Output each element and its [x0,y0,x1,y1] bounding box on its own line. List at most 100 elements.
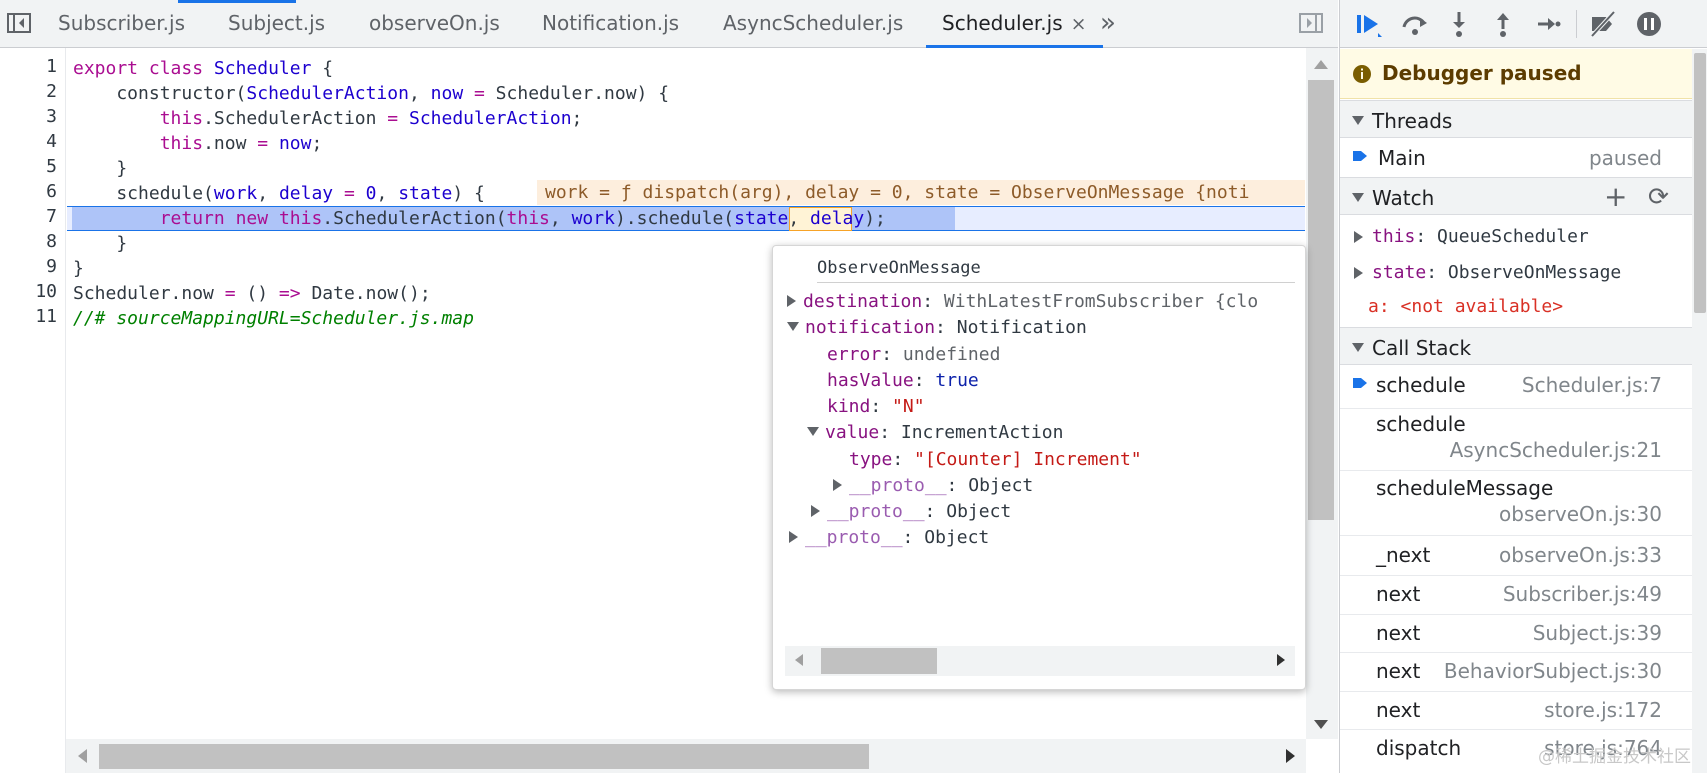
line-number[interactable]: 9 [7,256,57,277]
line-number[interactable]: 11 [7,306,57,327]
tab-subscriber-js[interactable]: Subscriber.js [58,0,185,48]
code-line-9[interactable]: } [73,256,84,281]
tab-scheduler-js[interactable]: Scheduler.js × [926,0,1103,48]
frame-divider [1340,470,1692,471]
line-number[interactable]: 1 [7,56,57,77]
hovered-token[interactable]: state [734,208,788,229]
line-number[interactable]: 2 [7,81,57,102]
tab-label: observeOn.js [369,11,500,35]
scroll-thumb[interactable] [1308,80,1334,520]
resume-icon[interactable] [1354,9,1384,39]
watch-item-this[interactable]: this: QueueScheduler [1340,222,1692,252]
scroll-up-icon[interactable] [1314,60,1328,69]
call-frame[interactable]: next Subscriber.js:49 [1340,582,1692,612]
threads-section-header[interactable]: Threads [1340,100,1692,138]
popover-row-error[interactable]: error: undefined [827,342,1000,367]
object-preview-popover[interactable]: ObserveOnMessage destination: WithLatest… [772,245,1306,690]
scroll-thumb[interactable] [1694,53,1706,313]
popover-row-value[interactable]: value: IncrementAction [807,420,1063,445]
step-over-icon[interactable] [1400,9,1430,39]
callstack-section-header[interactable]: Call Stack [1340,327,1692,365]
threads-title: Threads [1372,109,1453,133]
code-line-1[interactable]: export class Scheduler { [73,56,333,81]
line-number[interactable]: 7 [7,206,57,227]
expand-arrow-icon[interactable] [1354,267,1363,279]
code-line-4[interactable]: this.now = now; [73,131,323,156]
step-icon[interactable] [1532,9,1562,39]
add-watch-icon[interactable]: + [1604,180,1627,213]
scroll-left-icon[interactable] [795,654,803,666]
call-frame[interactable]: next store.js:172 [1340,698,1692,728]
watch-section-header[interactable]: Watch + ⟳ [1340,177,1692,215]
popover-horizontal-scrollbar[interactable] [785,646,1295,676]
inline-values: work = ƒ dispatch(arg), delay = 0, state… [537,180,1305,205]
watch-item-a[interactable]: a: <not available> [1340,292,1692,322]
line-number[interactable]: 3 [7,106,57,127]
deactivate-breakpoints-icon[interactable] [1588,9,1618,39]
frame-location: Subject.js:39 [1532,621,1662,645]
thread-main[interactable]: Main paused [1340,146,1692,176]
popover-row-destination[interactable]: destination: WithLatestFromSubscriber {c… [787,289,1258,314]
call-frame[interactable]: next BehaviorSubject.js:30 [1340,659,1692,689]
code-line-5[interactable]: } [73,156,127,181]
code-line-3[interactable]: this.SchedulerAction = SchedulerAction; [73,106,583,131]
tab-notification-js[interactable]: Notification.js [542,0,679,48]
line-gutter[interactable]: 1 2 3 4 5 6 7 8 9 10 11 [0,48,66,773]
close-icon[interactable]: × [1071,13,1087,35]
line-number[interactable]: 6 [7,181,57,202]
scroll-right-icon[interactable] [1277,654,1285,666]
popover-row-proto[interactable]: __proto__: Object [789,525,989,550]
collapse-arrow-icon[interactable] [807,427,819,436]
scroll-thumb[interactable] [99,744,869,769]
tab-overflow-icon[interactable]: » [1100,0,1116,48]
call-frame[interactable]: _next observeOn.js:33 [1340,543,1692,573]
collapse-arrow-icon [1352,193,1364,202]
toggle-debugger-icon[interactable] [1298,10,1324,36]
tab-subject-js[interactable]: Subject.js [228,0,325,48]
code-line-7[interactable]: return new this.SchedulerAction(this, wo… [73,206,886,231]
expand-arrow-icon[interactable] [787,295,796,307]
line-number[interactable]: 5 [7,156,57,177]
call-frame[interactable]: schedule Scheduler.js:7 [1340,373,1692,405]
line-number[interactable]: 8 [7,231,57,252]
line-number[interactable]: 4 [7,131,57,152]
expand-arrow-icon[interactable] [1354,231,1363,243]
watch-item-state[interactable]: state: ObserveOnMessage [1340,258,1692,288]
pause-on-exceptions-icon[interactable] [1634,9,1664,39]
scroll-left-icon[interactable] [78,749,87,763]
popover-row-kind[interactable]: kind: "N" [827,394,925,419]
popover-row-proto[interactable]: __proto__: Object [811,499,1011,524]
scroll-right-icon[interactable] [1286,749,1295,763]
editor-vertical-scrollbar[interactable] [1306,48,1338,739]
code-line-2[interactable]: constructor(SchedulerAction, now = Sched… [73,81,669,106]
expand-arrow-icon[interactable] [833,479,842,491]
collapse-arrow-icon[interactable] [787,322,799,331]
expand-arrow-icon[interactable] [789,531,798,543]
sidebar-vertical-scrollbar[interactable] [1692,49,1707,773]
editor-horizontal-scrollbar[interactable] [66,739,1306,773]
scroll-down-icon[interactable] [1314,720,1328,729]
popover-row-type[interactable]: type: "[Counter] Increment" [849,447,1142,472]
popover-row-notification[interactable]: notification: Notification [787,315,1087,340]
popover-row-proto[interactable]: __proto__: Object [833,473,1033,498]
refresh-watch-icon[interactable]: ⟳ [1648,182,1669,211]
scroll-thumb[interactable] [821,648,937,674]
step-into-icon[interactable] [1444,9,1474,39]
line-number[interactable]: 10 [7,281,57,302]
watch-title: Watch [1372,186,1435,210]
code-line-6[interactable]: schedule(work, delay = 0, state) { [73,181,485,206]
code-line-8[interactable]: } [73,231,127,256]
tab-asyncscheduler-js[interactable]: AsyncScheduler.js [723,0,903,48]
frame-name: schedule [1376,373,1466,397]
expand-arrow-icon[interactable] [811,505,820,517]
code-line-10[interactable]: Scheduler.now = () => Date.now(); [73,281,431,306]
tab-label: Subscriber.js [58,11,185,35]
code-line-11[interactable]: //# sourceMappingURL=Scheduler.js.map [73,306,474,331]
toggle-navigator-icon[interactable] [6,10,32,36]
tab-observeon-js[interactable]: observeOn.js [369,0,500,48]
popover-row-hasvalue[interactable]: hasValue: true [827,368,979,393]
step-out-icon[interactable] [1488,9,1518,39]
call-frame[interactable]: next Subject.js:39 [1340,621,1692,651]
call-frame[interactable]: scheduleMessage observeOn.js:30 [1340,476,1692,528]
call-frame[interactable]: schedule AsyncScheduler.js:21 [1340,412,1692,464]
